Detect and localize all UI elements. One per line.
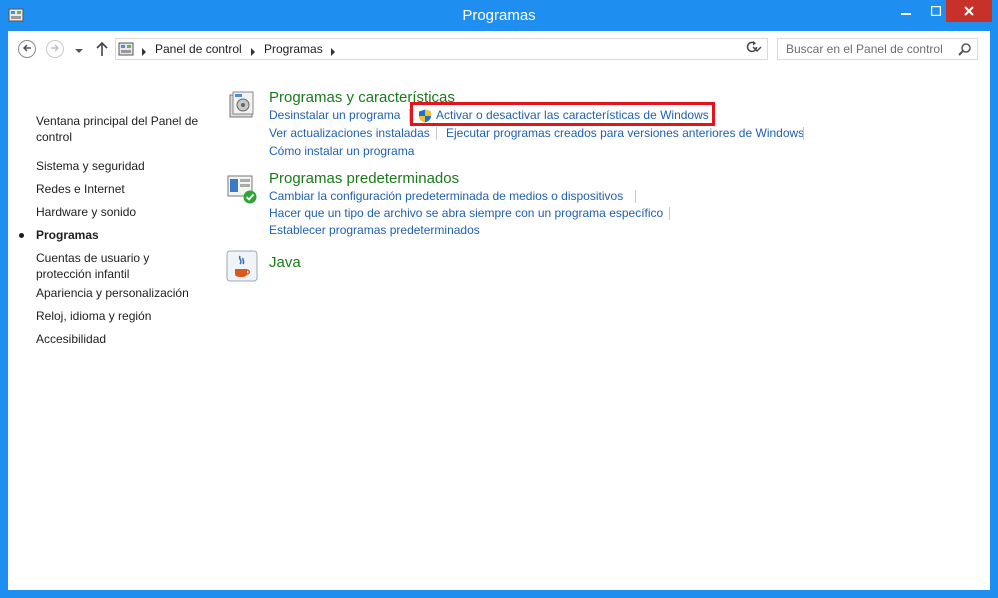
category-default-programs-title[interactable]: Programas predeterminados <box>269 170 459 187</box>
recent-pages-icon[interactable] <box>74 43 84 53</box>
forward-button[interactable] <box>46 40 64 58</box>
control-panel-icon <box>118 41 134 57</box>
sidebar-item-programs[interactable]: Programas <box>36 227 206 243</box>
sidebar-item-hardware-sound[interactable]: Hardware y sonido <box>36 204 206 220</box>
sidebar-item-user-accounts[interactable]: Cuentas de usuario y protección infantil <box>36 250 166 282</box>
search-placeholder: Buscar en el Panel de control <box>786 42 943 56</box>
link-set-default-programs[interactable]: Establecer programas predeterminados <box>269 223 480 237</box>
link-uninstall-program[interactable]: Desinstalar un programa <box>269 108 400 122</box>
breadcrumb-programs[interactable]: Programas <box>264 42 323 56</box>
back-arrow-icon <box>22 40 32 58</box>
refresh-icon <box>745 40 759 59</box>
link-separator <box>635 190 636 203</box>
up-arrow-icon[interactable] <box>95 40 109 58</box>
breadcrumb-separator-icon[interactable] <box>249 44 257 56</box>
title-bar: Programas <box>0 0 998 31</box>
link-separator <box>436 127 437 140</box>
sidebar-item-home[interactable]: Ventana principal del Panel de control <box>36 113 206 145</box>
sidebar-item-network-internet[interactable]: Redes e Internet <box>36 181 206 197</box>
link-how-to-install[interactable]: Cómo instalar un programa <box>269 144 414 158</box>
close-button[interactable] <box>946 0 992 22</box>
programs-features-icon[interactable] <box>226 89 258 121</box>
sidebar-item-appearance[interactable]: Apariencia y personalización <box>36 285 206 301</box>
link-separator <box>803 127 804 140</box>
link-installed-updates[interactable]: Ver actualizaciones instaladas <box>269 126 430 140</box>
current-item-bullet <box>19 233 24 238</box>
window-title: Programas <box>462 7 536 24</box>
search-icon[interactable] <box>958 42 972 56</box>
minimize-button[interactable] <box>892 0 920 22</box>
navigation-bar: Panel de control Programas Buscar en el … <box>8 31 990 67</box>
default-programs-icon[interactable] <box>226 172 258 204</box>
forward-arrow-icon <box>50 40 60 58</box>
control-panel-window: Programas Panel de control Programas Bus… <box>0 0 998 598</box>
search-input[interactable]: Buscar en el Panel de control <box>777 38 978 60</box>
breadcrumb-separator-icon[interactable] <box>140 44 148 56</box>
refresh-button[interactable] <box>741 38 763 60</box>
sidebar-item-system-security[interactable]: Sistema y seguridad <box>36 158 206 174</box>
link-separator <box>669 207 670 220</box>
sidebar-item-clock-language[interactable]: Reloj, idioma y región <box>36 308 206 324</box>
breadcrumb-separator-icon[interactable] <box>329 44 337 56</box>
java-icon[interactable] <box>226 250 258 282</box>
address-bar[interactable]: Panel de control Programas <box>115 38 768 60</box>
link-media-device-defaults[interactable]: Cambiar la configuración predeterminada … <box>269 189 623 203</box>
link-file-type-association[interactable]: Hacer que un tipo de archivo se abra sie… <box>269 206 663 220</box>
highlight-box <box>410 102 715 126</box>
sidebar: Ventana principal del Panel de control S… <box>8 67 213 590</box>
client-area: Panel de control Programas Buscar en el … <box>8 31 990 590</box>
sidebar-item-accessibility[interactable]: Accesibilidad <box>36 331 206 347</box>
category-java-title[interactable]: Java <box>269 254 301 271</box>
breadcrumb-control-panel[interactable]: Panel de control <box>155 42 242 56</box>
link-run-older-programs[interactable]: Ejecutar programas creados para versione… <box>446 126 804 140</box>
back-button[interactable] <box>18 40 36 58</box>
